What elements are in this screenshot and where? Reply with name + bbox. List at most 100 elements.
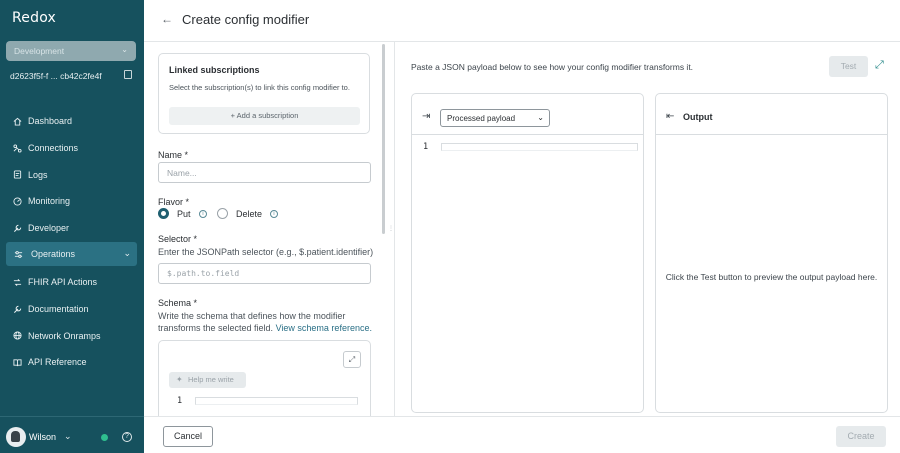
expand-icon[interactable]: ⤢: [875, 59, 884, 72]
sidebar-item-api-reference[interactable]: API Reference: [0, 349, 144, 376]
sidebar-item-network-onramps[interactable]: Network Onramps: [0, 322, 144, 349]
globe-icon: [13, 331, 22, 340]
org-id-label: d2623f5f-f ... cb42c2fe4f: [10, 71, 102, 81]
status-dot: [101, 434, 108, 441]
create-button[interactable]: Create: [836, 426, 886, 447]
linked-subscriptions-subtitle: Select the subscription(s) to link this …: [169, 83, 350, 92]
sidebar-item-logs[interactable]: Logs: [0, 161, 144, 188]
help-me-write-button[interactable]: ✦ Help me write: [169, 372, 246, 388]
payload-input[interactable]: [441, 143, 638, 151]
sidebar-item-label: Operations: [31, 249, 76, 260]
chevron-down-icon[interactable]: ⌄: [64, 431, 72, 442]
payload-select-value: Processed payload: [447, 114, 516, 123]
flavor-label: Flavor *: [158, 197, 190, 207]
sparkle-icon: ✦: [176, 375, 183, 384]
sidebar-item-label: Developer: [28, 223, 70, 234]
flavor-delete-radio[interactable]: [217, 208, 228, 219]
flavor-put-radio[interactable]: [158, 208, 169, 219]
name-field[interactable]: Name...: [158, 162, 371, 183]
back-arrow-icon[interactable]: ←: [161, 12, 173, 26]
output-placeholder: Click the Test button to preview the out…: [665, 272, 878, 282]
chevron-down-icon: ⌄: [121, 45, 128, 54]
output-pane: ⇤ Output Click the Test button to previe…: [655, 93, 888, 413]
name-label: Name *: [158, 150, 189, 160]
home-icon: [13, 117, 22, 126]
sidebar-item-label: Dashboard: [28, 116, 73, 127]
info-icon[interactable]: i: [270, 210, 278, 218]
sidebar: Redox Development ⌄ d2623f5f-f ... cb42c…: [0, 0, 144, 453]
output-title: Output: [683, 112, 713, 122]
wrench-icon: [13, 305, 22, 313]
sidebar-item-dashboard[interactable]: Dashboard: [0, 108, 144, 135]
help-me-write-label: Help me write: [188, 375, 234, 384]
input-pane: ⇥ Processed payload ⌄ 1: [411, 93, 644, 413]
monitoring-icon: [13, 197, 22, 206]
user-menu[interactable]: Wilson ⌄ ?: [0, 416, 144, 453]
sidebar-item-label: FHIR API Actions: [28, 277, 98, 288]
form-scrollbar[interactable]: [382, 44, 385, 234]
logs-icon: [13, 170, 22, 179]
sidebar-item-label: API Reference: [28, 357, 87, 368]
linked-subscriptions-card: Linked subscriptions Select the subscrip…: [158, 53, 370, 134]
schema-description: Write the schema that defines how the mo…: [158, 311, 346, 321]
environment-label: Development: [14, 46, 65, 56]
cancel-button[interactable]: Cancel: [163, 426, 213, 447]
panel-divider[interactable]: [394, 42, 395, 417]
sidebar-item-monitoring[interactable]: Monitoring: [0, 188, 144, 215]
form-footer: Cancel Create: [144, 416, 900, 453]
info-icon[interactable]: i: [199, 210, 207, 218]
sidebar-nav: Dashboard Connections Logs Monitoring De…: [0, 108, 144, 268]
help-icon[interactable]: ?: [122, 432, 132, 442]
flavor-put-label: Put: [177, 209, 191, 219]
copy-icon[interactable]: [124, 70, 132, 79]
schema-editor: ⤢ ✦ Help me write 1: [158, 340, 371, 417]
chevron-down-icon: ⌄: [537, 113, 544, 122]
chevron-down-icon: ⌄: [123, 248, 131, 259]
expand-icon[interactable]: ⤢: [343, 351, 361, 368]
schema-label: Schema *: [158, 298, 198, 308]
sidebar-item-connections[interactable]: Connections: [0, 135, 144, 162]
flavor-delete-label: Delete: [236, 209, 263, 219]
page-header: ← Create config modifier: [144, 0, 900, 42]
input-pane-header: ⇥ Processed payload ⌄: [412, 94, 643, 135]
page-title: Create config modifier: [182, 12, 310, 27]
import-icon: ⇥: [422, 111, 431, 122]
export-icon: ⇤: [666, 111, 675, 122]
drag-handle-icon[interactable]: ⋮: [388, 225, 394, 232]
sidebar-item-operations[interactable]: Operations ⌄: [6, 242, 137, 267]
linked-subscriptions-title: Linked subscriptions: [169, 65, 260, 75]
avatar[interactable]: [6, 427, 26, 447]
line-number: 1: [423, 142, 429, 152]
output-pane-header: ⇤ Output: [656, 94, 887, 135]
brand-logo[interactable]: Redox: [12, 10, 56, 26]
test-button[interactable]: Test: [829, 56, 868, 77]
sidebar-item-label: Monitoring: [28, 196, 71, 207]
sidebar-item-label: Network Onramps: [28, 330, 101, 341]
book-icon: [13, 359, 22, 367]
sidebar-item-label: Documentation: [28, 304, 89, 315]
schema-reference-link[interactable]: View schema reference.: [276, 323, 372, 333]
sidebar-item-label: Connections: [28, 143, 79, 154]
schema-description-line2: transforms the selected field. View sche…: [158, 323, 372, 333]
sidebar-item-developer[interactable]: Developer: [0, 215, 144, 242]
selector-field[interactable]: $.path.to.field: [158, 263, 371, 284]
sidebar-nav-secondary: FHIR API Actions Documentation Network O…: [0, 269, 144, 376]
line-number: 1: [177, 396, 183, 406]
wrench-icon: [13, 224, 22, 232]
schema-description-text: transforms the selected field.: [158, 323, 274, 333]
sidebar-item-label: Logs: [28, 169, 48, 180]
org-id: d2623f5f-f ... cb42c2fe4f: [10, 70, 136, 81]
selector-label: Selector *: [158, 234, 198, 244]
operations-icon: [14, 251, 23, 259]
payload-select[interactable]: Processed payload ⌄: [440, 109, 550, 127]
preview-hint: Paste a JSON payload below to see how yo…: [411, 62, 694, 72]
config-form: Linked subscriptions Select the subscrip…: [144, 42, 387, 417]
api-icon: [13, 279, 22, 286]
code-input[interactable]: [195, 397, 358, 405]
connections-icon: [13, 144, 22, 153]
sidebar-item-fhir-api-actions[interactable]: FHIR API Actions: [0, 269, 144, 296]
add-subscription-button[interactable]: + Add a subscription: [169, 107, 360, 125]
environment-select[interactable]: Development ⌄: [6, 41, 136, 61]
user-name: Wilson: [29, 432, 57, 442]
sidebar-item-documentation[interactable]: Documentation: [0, 296, 144, 323]
